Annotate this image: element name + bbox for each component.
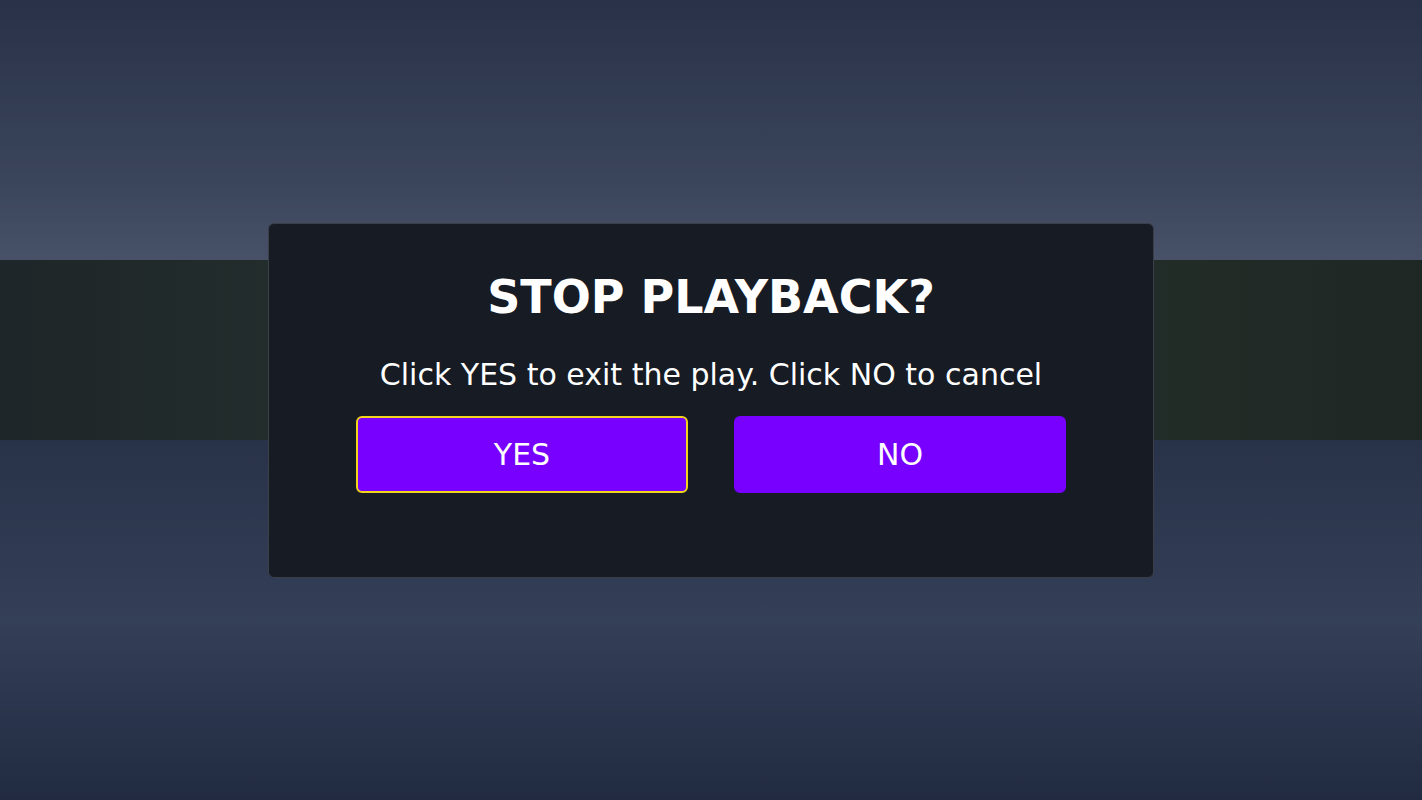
dialog-button[interactable]: NO [734,416,1066,493]
playback-screen: STOP PLAYBACK? Click YES to exit the pla… [0,0,1422,800]
dialog-title: STOP PLAYBACK? [487,270,935,325]
dialog-button[interactable]: YES [356,416,688,493]
dialog-message: Click YES to exit the play. Click NO to … [380,355,1042,394]
dialog-container: STOP PLAYBACK? Click YES to exit the pla… [0,0,1422,800]
stop-playback-dialog: STOP PLAYBACK? Click YES to exit the pla… [268,223,1154,578]
dialog-buttons: YES NO [356,416,1066,493]
